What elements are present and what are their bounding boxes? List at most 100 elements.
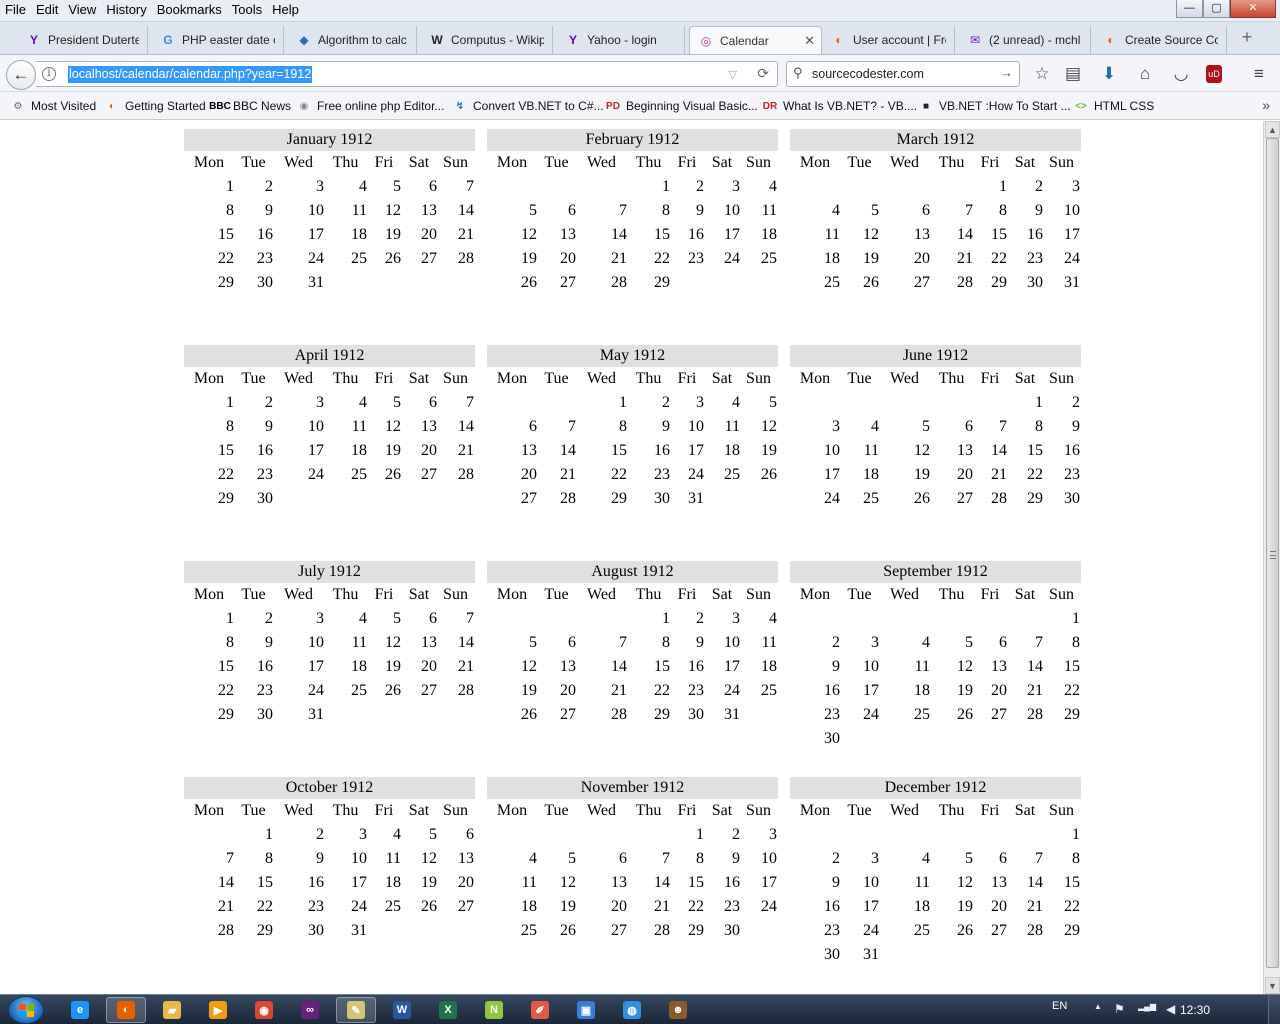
month-grid: Mon Tue Wed Thu Fri Sat Sun 1 2 3 4 5 6 7 8 9 10 11 12 13 14…: [790, 151, 1080, 295]
day-cell: 28: [611, 274, 627, 291]
day-cell: 24: [724, 250, 740, 267]
tab-yahoo-login[interactable]: Y Yahoo - login: [557, 26, 685, 54]
action-center-flag-icon[interactable]: ⚑: [1114, 1002, 1125, 1016]
tab-user-account-fre[interactable]: ◐ User account | Fre: [823, 26, 955, 54]
tab-computus-wikip[interactable]: W Computus - Wikip: [421, 26, 553, 54]
network-app-taskbar-button[interactable]: ▣: [566, 997, 606, 1023]
month-title: December 1912: [790, 777, 1081, 799]
yahoo-icon: Y: [29, 33, 38, 47]
firefox-taskbar-button[interactable]: ◐: [106, 997, 146, 1023]
day-cell: 13: [421, 202, 437, 219]
tab-create-source-co[interactable]: ◐ Create Source Co: [1095, 26, 1227, 54]
weekday-sun: Sun: [443, 154, 468, 171]
bookmark-convert-vb-net-to-c[interactable]: ↯ Convert VB.NET to C#...: [452, 97, 604, 115]
new-tab-button[interactable]: +: [1236, 26, 1258, 50]
vertical-scrollbar[interactable]: ▲ ▼: [1263, 121, 1280, 994]
week-row: 29 30 31: [184, 703, 474, 727]
tab-label: Algorithm to calc: [318, 33, 407, 47]
week-row: 15 16 17 18 19 20 21: [184, 439, 474, 463]
tab-president-duterte[interactable]: Y President Duterte: [18, 26, 148, 54]
day-cell: 7: [662, 850, 670, 867]
bookmark-beginning-visual-basic[interactable]: PD Beginning Visual Basic...: [605, 97, 758, 115]
volume-icon[interactable]: ◀: [1166, 1002, 1175, 1016]
bookmark-getting-started[interactable]: ◐ Getting Started: [104, 97, 206, 115]
bookmark-html-css[interactable]: <> HTML CSS: [1073, 97, 1154, 115]
notepadpp-taskbar-button[interactable]: N: [474, 997, 514, 1023]
explorer-folder-taskbar-button[interactable]: ▰: [152, 997, 192, 1023]
menu-file[interactable]: File: [0, 2, 31, 18]
browser-globe-taskbar-button[interactable]: ◍: [612, 997, 652, 1023]
url-history-dropdown-icon[interactable]: ▽: [729, 68, 737, 81]
url-text[interactable]: localhost/calendar/calendar.php?year=191…: [68, 66, 313, 83]
bookmark-free-online-php-editor[interactable]: ◉ Free online php Editor...: [296, 97, 445, 115]
week-row: 19 20 21 22 23 24 25: [487, 247, 777, 271]
excel-taskbar-button[interactable]: X: [428, 997, 468, 1023]
weekday-sat: Sat: [711, 154, 733, 171]
network-signal-icon[interactable]: ▂▄▆: [1138, 1002, 1156, 1011]
week-row: 24 25 26 27 28 29 30: [790, 487, 1080, 511]
search-box[interactable]: ⚲ sourcecodester.com →: [786, 61, 1020, 87]
menu-view[interactable]: View: [63, 2, 101, 18]
ie-taskbar-button[interactable]: e: [60, 997, 100, 1023]
day-cell: 11: [351, 634, 367, 651]
search-input[interactable]: sourcecodester.com: [812, 67, 924, 81]
visual-studio-taskbar-button[interactable]: ∞: [290, 997, 330, 1023]
close-window-button[interactable]: ✕: [1230, 0, 1276, 18]
menu-help[interactable]: Help: [267, 2, 304, 18]
back-button[interactable]: ←: [6, 60, 36, 90]
day-cell: 8: [1035, 418, 1043, 435]
menu-history[interactable]: History: [101, 2, 151, 18]
bookmark-bbc-news[interactable]: BBC BBC News: [209, 97, 291, 115]
week-row: 4 5 6 7 8 9 10: [487, 847, 777, 871]
site-info-icon[interactable]: i: [42, 67, 56, 81]
day-cell: 15: [1064, 874, 1080, 891]
menu-tools[interactable]: Tools: [227, 2, 267, 18]
menu-edit[interactable]: Edit: [31, 2, 63, 18]
url-bar[interactable]: i localhost/calendar/calendar.php?year=1…: [36, 61, 778, 87]
search-icon[interactable]: ⚲: [793, 65, 803, 81]
show-desktop-button[interactable]: [1268, 995, 1280, 1024]
tab-calendar[interactable]: ◎ Calendar ✕: [689, 26, 822, 54]
ublock-icon[interactable]: uD: [1206, 65, 1222, 83]
pocket-icon[interactable]: ◡: [1170, 63, 1192, 85]
language-indicator[interactable]: EN: [1052, 1000, 1067, 1012]
bookmark-vb-net-how-to-start[interactable]: ■ VB.NET :How To Start ...: [918, 97, 1071, 115]
empty-day-cell: [1007, 943, 1043, 967]
tab-algorithm-to-calc[interactable]: ◆ Algorithm to calc: [288, 26, 417, 54]
hamburger-menu-icon[interactable]: ≡: [1248, 63, 1270, 85]
bookmark-what-is-vb-net-vb[interactable]: DR What Is VB.NET? - VB....: [762, 97, 917, 115]
owl-app-taskbar-button[interactable]: ☻: [658, 997, 698, 1023]
start-button[interactable]: [8, 996, 44, 1024]
media-player-taskbar-button[interactable]: ▶: [198, 997, 238, 1023]
maximize-button[interactable]: ▢: [1203, 0, 1230, 18]
show-hidden-icons-icon[interactable]: ▲: [1094, 1002, 1102, 1011]
chrome-taskbar-button[interactable]: ◉: [244, 997, 284, 1023]
clock[interactable]: 12:30: [1180, 1003, 1210, 1017]
day-cell: 26: [560, 922, 576, 939]
menu-bookmarks[interactable]: Bookmarks: [152, 2, 227, 18]
day-cell: 26: [385, 466, 401, 483]
weekday-wed: Wed: [284, 154, 313, 171]
week-row: 4 5 6 7 8 9 10: [790, 199, 1080, 223]
reload-icon[interactable]: ⟳: [757, 65, 769, 82]
scroll-up-arrow-icon[interactable]: ▲: [1265, 121, 1280, 138]
scroll-down-arrow-icon[interactable]: ▼: [1265, 977, 1280, 994]
word-taskbar-button[interactable]: W: [382, 997, 422, 1023]
minimize-button[interactable]: —: [1176, 0, 1203, 18]
home-icon[interactable]: ⌂: [1134, 63, 1156, 85]
bookmark-most-visited[interactable]: ⚙ Most Visited: [10, 97, 97, 115]
scrollbar-thumb[interactable]: [1266, 138, 1279, 968]
bookmark-star-icon[interactable]: ☆: [1031, 63, 1053, 85]
download-icon[interactable]: ⬇: [1098, 63, 1120, 85]
bookmarks-overflow-icon[interactable]: »: [1262, 97, 1270, 113]
reading-list-icon[interactable]: ▤: [1062, 63, 1084, 85]
close-tab-icon[interactable]: ✕: [804, 33, 815, 49]
week-row: 1 2 3 4 5 6: [184, 823, 474, 847]
day-cell: 13: [611, 874, 627, 891]
empty-day-cell: [840, 175, 879, 199]
tab--2-unread-mchl[interactable]: ✉ (2 unread) - mchl: [959, 26, 1091, 54]
tab-php-easter-date-c[interactable]: G PHP easter date c: [152, 26, 284, 54]
search-go-icon[interactable]: →: [1000, 65, 1013, 80]
notepad-taskbar-button[interactable]: ✎: [336, 997, 376, 1023]
paint-taskbar-button[interactable]: ✐: [520, 997, 560, 1023]
